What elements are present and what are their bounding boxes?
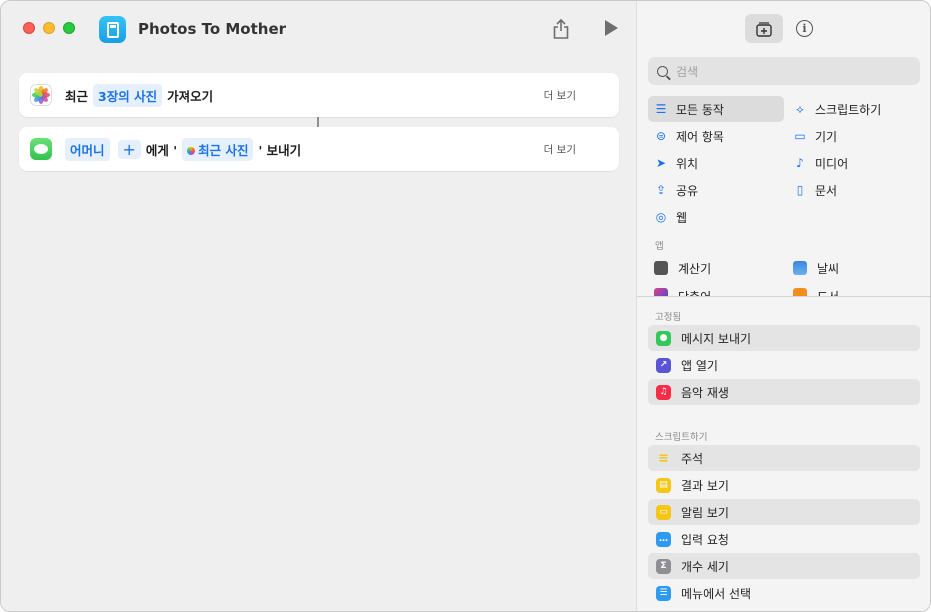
- action-library-sidebar: i 검색 ☰ 모든 동작 ⟡ 스크립트하기 ⊜ 제어 항목 ▭ 기기 ➤ 위치 …: [636, 1, 930, 611]
- scripting-show-result[interactable]: ▤ 결과 보기: [648, 472, 920, 498]
- action-get-latest-photos[interactable]: 최근 3장의 사진 가져오기 더 보기: [19, 73, 619, 117]
- latest-photos-variable[interactable]: 최근 사진: [182, 137, 254, 161]
- action-library-button[interactable]: [745, 14, 783, 43]
- open-app-icon: ↗: [656, 357, 671, 373]
- window-controls: [23, 22, 75, 34]
- show-result-icon: ▤: [656, 477, 671, 493]
- messages-icon: ●: [656, 330, 671, 346]
- app-shortcuts[interactable]: 단축어: [648, 282, 784, 296]
- recipient-parameter[interactable]: 어머니: [65, 137, 110, 161]
- action-text-suffix: 가져오기: [167, 88, 214, 104]
- action-text-prefix: 최근: [65, 88, 89, 104]
- search-field[interactable]: 검색: [648, 57, 920, 85]
- photos-mini-icon: [187, 147, 196, 155]
- list-icon: ☰: [655, 102, 667, 116]
- location-arrow-icon: ➤: [655, 156, 667, 170]
- suggestions-panel: 고정됨 ● 메시지 보내기 ↗ 앱 열기 ♫ 음악 재생 스크립트하기 ≡ 주석…: [637, 297, 930, 611]
- books-app-icon: [793, 288, 807, 296]
- search-icon: [657, 65, 668, 77]
- pinned-send-message[interactable]: ● 메시지 보내기: [648, 325, 920, 351]
- category-location[interactable]: ➤ 위치: [648, 150, 784, 176]
- shortcuts-window: Photos To Mother 최근 3장의 사진 가져오기 더 보기 어머니…: [0, 0, 931, 612]
- display-icon: ▭: [794, 129, 806, 143]
- action-text-mid: 에게 ': [145, 142, 178, 158]
- app-weather[interactable]: 날씨: [787, 255, 923, 281]
- shortcut-icon[interactable]: [99, 16, 126, 43]
- scripting-show-alert[interactable]: ▭ 알림 보기: [648, 499, 920, 525]
- add-recipient-button[interactable]: +: [117, 139, 141, 159]
- ask-input-icon: …: [656, 531, 671, 547]
- minimize-window-button[interactable]: [43, 22, 55, 34]
- library-add-icon: [756, 21, 772, 37]
- show-more-button[interactable]: 더 보기: [544, 88, 576, 103]
- compass-icon: ◎: [655, 210, 667, 224]
- action-text-suffix: ' 보내기: [258, 142, 302, 158]
- category-media[interactable]: ♪ 미디어: [787, 150, 923, 176]
- count-sigma-icon: Σ: [656, 558, 671, 574]
- category-controls[interactable]: ⊜ 제어 항목: [648, 123, 784, 149]
- shortcut-editor: Photos To Mother 최근 3장의 사진 가져오기 더 보기 어머니…: [1, 1, 636, 611]
- apps-section-label: 앱: [655, 241, 664, 252]
- pinned-section-label: 고정됨: [655, 312, 682, 323]
- share-icon: ⇪: [655, 183, 667, 197]
- shortcut-title[interactable]: Photos To Mother: [138, 20, 286, 38]
- scripting-section-label: 스크립트하기: [655, 432, 708, 443]
- category-device[interactable]: ▭ 기기: [787, 123, 923, 149]
- weather-app-icon: [793, 261, 807, 275]
- scripting-icon: ⟡: [796, 101, 804, 116]
- choose-menu-icon: ☰: [656, 585, 671, 601]
- app-calculator[interactable]: 계산기: [648, 255, 784, 281]
- music-icon: ♫: [656, 384, 671, 400]
- scripting-comment[interactable]: ≡ 주석: [648, 445, 920, 471]
- info-icon[interactable]: i: [796, 20, 813, 37]
- category-sharing[interactable]: ⇪ 공유: [648, 177, 784, 203]
- category-all-actions[interactable]: ☰ 모든 동작: [648, 96, 784, 122]
- share-icon[interactable]: [552, 18, 570, 40]
- document-icon: ▯: [796, 183, 804, 197]
- show-more-button[interactable]: 더 보기: [544, 142, 576, 157]
- alert-icon: ▭: [656, 504, 671, 520]
- scripting-count[interactable]: Σ 개수 세기: [648, 553, 920, 579]
- photo-count-parameter[interactable]: 3장의 사진: [93, 83, 163, 107]
- pinned-open-app[interactable]: ↗ 앱 열기: [648, 352, 920, 378]
- category-web[interactable]: ◎ 웹: [648, 204, 784, 230]
- shortcuts-app-icon: [654, 288, 668, 296]
- close-window-button[interactable]: [23, 22, 35, 34]
- comment-lines-icon: ≡: [658, 450, 669, 466]
- search-placeholder: 검색: [676, 64, 699, 79]
- category-documents[interactable]: ▯ 문서: [787, 177, 923, 203]
- category-scripting[interactable]: ⟡ 스크립트하기: [787, 96, 923, 122]
- scripting-ask-input[interactable]: … 입력 요청: [648, 526, 920, 552]
- toggle-icon: ⊜: [655, 129, 667, 143]
- pinned-play-music[interactable]: ♫ 음악 재생: [648, 379, 920, 405]
- app-books[interactable]: 도서: [787, 282, 923, 296]
- scripting-choose-from-menu[interactable]: ☰ 메뉴에서 선택: [648, 580, 920, 606]
- zoom-window-button[interactable]: [63, 22, 75, 34]
- action-connector: [317, 117, 319, 127]
- action-send-message[interactable]: 어머니 + 에게 ' 최근 사진 ' 보내기 더 보기: [19, 127, 619, 171]
- photos-app-icon: [30, 84, 52, 106]
- run-shortcut-button[interactable]: [605, 20, 618, 36]
- music-note-icon: ♪: [796, 156, 804, 170]
- calculator-app-icon: [654, 261, 668, 275]
- messages-app-icon: [30, 138, 52, 160]
